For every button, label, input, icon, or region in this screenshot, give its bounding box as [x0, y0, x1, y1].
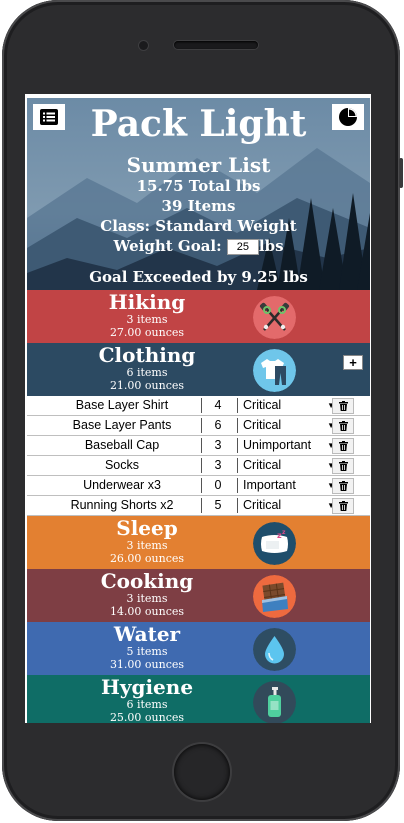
category-name: Hygiene [100, 675, 194, 699]
chocolate-icon [253, 575, 296, 618]
category-ounces: 31.00 ounces [109, 658, 185, 671]
weight-goal-unit: lbs [258, 237, 284, 255]
item-row: Base Layer Shirt 4 Critical▼ [27, 396, 370, 416]
item-ounces-field[interactable]: 3 [203, 458, 233, 473]
category-ounces: 26.00 ounces [109, 552, 185, 565]
trash-icon [338, 501, 348, 511]
trash-icon [338, 441, 348, 451]
item-row: Base Layer Pants 6 Critical▼ [27, 416, 370, 436]
trash-icon [338, 421, 348, 431]
category-hygiene[interactable]: Hygiene 6 items 25.00 ounces [27, 675, 370, 723]
category-name: Sleep [116, 516, 178, 540]
item-priority-select[interactable]: Important▼ [237, 478, 335, 493]
speaker-grille [174, 41, 258, 49]
clothing-item-list: Base Layer Shirt 4 Critical▼ Base Layer … [27, 396, 370, 516]
delete-item-button[interactable] [332, 398, 354, 414]
category-items: 6 items [126, 698, 168, 711]
category-items: 6 items [126, 366, 168, 379]
item-priority-value: Important [243, 478, 296, 492]
delete-item-button[interactable] [332, 478, 354, 494]
items-count: 39 Items [161, 197, 236, 215]
weight-goal-input[interactable]: 25 [226, 239, 259, 255]
item-priority-value: Critical [243, 498, 282, 512]
item-ounces-field[interactable]: 0 [203, 478, 233, 493]
item-priority-select[interactable]: Critical▼ [237, 498, 335, 513]
category-name: Water [113, 622, 181, 646]
item-name-field[interactable]: Base Layer Pants [43, 418, 202, 433]
category-name: Hiking [108, 290, 186, 314]
category-items: 5 items [126, 645, 168, 658]
item-priority-select[interactable]: Unimportant▼ [237, 438, 335, 453]
category-clothing[interactable]: Clothing 6 items 21.00 ounces + [27, 343, 370, 396]
delete-item-button[interactable] [332, 458, 354, 474]
app-header: Pack Light Summer List 15.75 Total lbs 3… [27, 98, 370, 290]
item-row: Underwear x3 0 Important▼ [27, 476, 370, 496]
weight-goal: Weight Goal: 25 lbs [27, 236, 370, 256]
category-ounces: 21.00 ounces [109, 379, 185, 392]
category-ounces: 27.00 ounces [109, 326, 185, 339]
add-item-button[interactable]: + [343, 355, 363, 370]
category-items: 3 items [126, 539, 168, 552]
item-ounces-field[interactable]: 6 [203, 418, 233, 433]
item-priority-select[interactable]: Critical▼ [237, 458, 335, 473]
item-priority-value: Critical [243, 458, 282, 472]
soap-bottle-icon [253, 681, 296, 723]
total-weight: 15.75 Total lbs [136, 177, 261, 195]
home-button[interactable] [174, 744, 230, 800]
item-name-field[interactable]: Socks [43, 458, 202, 473]
weight-class: Class: Standard Weight [100, 217, 297, 235]
item-name-field[interactable]: Base Layer Shirt [43, 398, 202, 413]
app-title: Pack Light [90, 103, 307, 145]
power-button [399, 158, 403, 188]
category-items: 3 items [126, 592, 168, 605]
category-name: Cooking [100, 569, 194, 593]
item-name-field[interactable]: Underwear x3 [43, 478, 202, 493]
category-ounces: 14.00 ounces [109, 605, 185, 618]
item-priority-select[interactable]: Critical▼ [237, 398, 335, 413]
category-cooking[interactable]: Cooking 3 items 14.00 ounces [27, 569, 370, 622]
delete-item-button[interactable] [332, 438, 354, 454]
category-hiking[interactable]: Hiking 3 items 27.00 ounces [27, 290, 370, 343]
screen: Pack Light Summer List 15.75 Total lbs 3… [25, 94, 371, 723]
hiking-poles-icon [253, 296, 296, 339]
phone-frame: Pack Light Summer List 15.75 Total lbs 3… [2, 0, 403, 821]
delete-item-button[interactable] [332, 498, 354, 514]
pillow-icon: z z [253, 522, 296, 565]
item-row: Running Shorts x2 5 Critical▼ [27, 496, 370, 516]
item-row: Baseball Cap 3 Unimportant▼ [27, 436, 370, 456]
svg-text:z: z [282, 529, 286, 536]
item-name-field[interactable]: Running Shorts x2 [43, 498, 202, 513]
item-ounces-field[interactable]: 3 [203, 438, 233, 453]
item-name-field[interactable]: Baseball Cap [43, 438, 202, 453]
weight-goal-label: Weight Goal: [113, 237, 222, 255]
item-row: Socks 3 Critical▼ [27, 456, 370, 476]
delete-item-button[interactable] [332, 418, 354, 434]
category-items: 3 items [126, 313, 168, 326]
category-ounces: 25.00 ounces [109, 711, 185, 723]
item-priority-value: Critical [243, 418, 282, 432]
trash-icon [338, 481, 348, 491]
item-priority-select[interactable]: Critical▼ [237, 418, 335, 433]
category-water[interactable]: Water 5 items 31.00 ounces [27, 622, 370, 675]
category-sleep[interactable]: Sleep 3 items 26.00 ounces z z [27, 516, 370, 569]
camera-icon [139, 41, 148, 50]
category-name: Clothing [98, 343, 196, 367]
clothing-icon [253, 349, 296, 392]
item-ounces-field[interactable]: 5 [203, 498, 233, 513]
trash-icon [338, 401, 348, 411]
item-priority-value: Critical [243, 398, 282, 412]
list-name: Summer List [126, 153, 271, 177]
item-priority-value: Unimportant [243, 438, 312, 452]
goal-exceeded-message: Goal Exceeded by 9.25 lbs [89, 268, 308, 286]
item-ounces-field[interactable]: 4 [203, 398, 233, 413]
water-drop-icon [253, 628, 296, 671]
trash-icon [338, 461, 348, 471]
